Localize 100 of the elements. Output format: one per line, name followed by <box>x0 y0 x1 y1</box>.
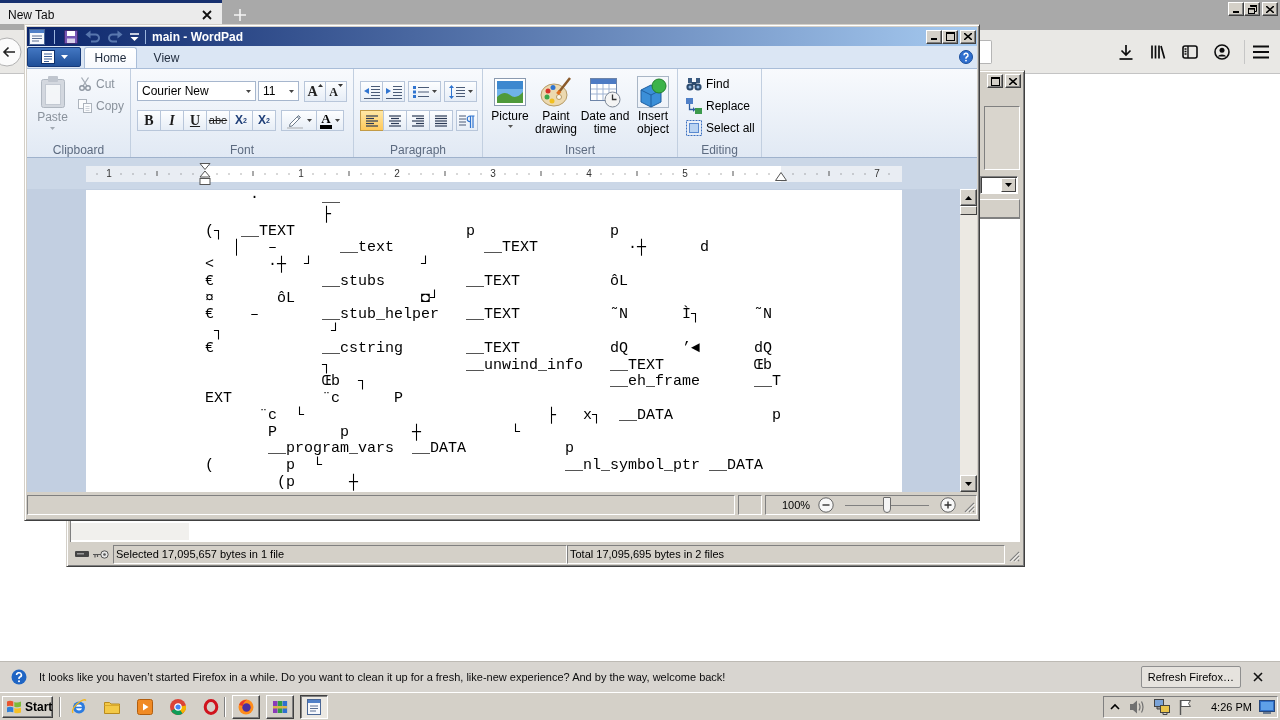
chevron-up-icon[interactable] <box>1110 703 1120 710</box>
underline-button[interactable]: U <box>183 110 207 131</box>
app-menu-button[interactable] <box>27 47 81 67</box>
resize-grip-icon[interactable] <box>1009 551 1020 562</box>
select-all-button[interactable]: Select all <box>686 120 761 136</box>
library-icon[interactable] <box>1150 43 1166 60</box>
highlight-button[interactable] <box>281 110 317 131</box>
close-button[interactable] <box>960 29 976 44</box>
dropdown-caret-icon[interactable] <box>130 32 139 41</box>
browser-tab[interactable]: New Tab <box>0 0 222 24</box>
speaker-icon[interactable] <box>1129 698 1145 715</box>
list-button[interactable] <box>408 81 441 102</box>
app-icon[interactable] <box>29 28 45 45</box>
ruler-number: 3 <box>490 167 496 181</box>
close-button[interactable] <box>1005 74 1021 88</box>
insert-paint-button[interactable]: Paint drawing <box>533 73 579 143</box>
caret-icon <box>507 125 513 128</box>
address-dropdown[interactable] <box>980 176 1018 194</box>
status-panel <box>738 495 762 515</box>
calendar-clock-icon <box>589 76 621 108</box>
network-icon[interactable] <box>1154 698 1170 715</box>
zoom-out-icon[interactable] <box>818 497 835 513</box>
justify-button[interactable] <box>429 110 453 131</box>
ribbon-tab[interactable]: View <box>140 47 193 68</box>
left-indent-marker-icon[interactable] <box>199 163 211 185</box>
ring-icon[interactable] <box>203 698 219 715</box>
flag-icon[interactable] <box>1178 698 1192 715</box>
group-label: Paragraph <box>389 143 446 157</box>
superscript-button[interactable]: X$^{2}$ <box>252 110 276 131</box>
scroll-up-button[interactable] <box>960 189 977 206</box>
paragraph-icon <box>459 112 475 129</box>
caret-icon <box>335 119 340 122</box>
document-line: Œb ┐ __eh_frame __T <box>321 374 782 391</box>
line-spacing-button[interactable] <box>444 81 477 102</box>
maximize-button[interactable] <box>987 74 1003 88</box>
outdent-icon <box>363 83 380 100</box>
replace-button[interactable]: Replace <box>686 98 761 114</box>
increase-indent-button[interactable] <box>382 81 405 102</box>
align-right-button[interactable] <box>406 110 430 131</box>
slider-thumb[interactable] <box>883 497 892 513</box>
play-icon[interactable] <box>137 698 153 715</box>
ribbon-tab[interactable]: Home <box>84 47 137 68</box>
sidebar-icon[interactable] <box>1182 43 1198 60</box>
insert-datetime-button[interactable]: Date and time <box>579 73 631 143</box>
document-line: € __cstring __TEXT dQ ’◄ dQ <box>205 340 773 358</box>
group-label: Clipboard <box>52 143 105 157</box>
decrease-indent-button[interactable] <box>360 81 383 102</box>
font-size-field[interactable]: 11 <box>258 81 299 101</box>
italic-button[interactable]: I <box>160 110 184 131</box>
taskbar-button[interactable] <box>300 694 328 719</box>
back-button[interactable] <box>0 36 22 67</box>
start-button[interactable]: Start <box>2 695 53 718</box>
align-left-button[interactable] <box>360 110 384 131</box>
browser-icon[interactable] <box>71 698 87 715</box>
restore-button[interactable] <box>1244 2 1260 16</box>
insert-picture-button[interactable]: Picture <box>487 73 533 143</box>
browser-logo-icon <box>238 698 254 715</box>
window-title: main - WordPad <box>152 29 244 44</box>
group-label: Font <box>230 143 254 157</box>
font-color-button[interactable]: A <box>316 110 344 131</box>
find-button[interactable]: Find <box>686 76 761 92</box>
strikethrough-button[interactable]: abe <box>206 110 230 131</box>
minimize-button[interactable] <box>1228 2 1244 16</box>
maximize-button[interactable] <box>942 29 958 44</box>
close-icon[interactable] <box>202 10 212 20</box>
scroll-down-button[interactable] <box>960 475 977 492</box>
document-icon <box>306 698 322 715</box>
right-indent-marker-icon[interactable] <box>775 172 787 181</box>
download-icon[interactable] <box>1118 43 1134 60</box>
round-logo-icon[interactable] <box>170 698 186 715</box>
minimize-button[interactable] <box>926 29 942 44</box>
resize-grip-icon[interactable] <box>964 502 975 513</box>
caret-icon <box>431 90 437 93</box>
clock: 4:26 PM <box>1211 700 1252 713</box>
caret-icon <box>337 84 343 87</box>
insert-object-button[interactable]: Insert object <box>631 73 675 143</box>
monitor-icon[interactable] <box>1259 699 1275 714</box>
maximize-icon <box>945 32 955 41</box>
books-icon <box>272 698 288 715</box>
url-field[interactable] <box>980 39 992 64</box>
account-icon[interactable] <box>1214 43 1230 60</box>
align-center-button[interactable] <box>383 110 407 131</box>
scrollbar-thumb[interactable] <box>960 206 977 215</box>
indent-icon <box>385 83 402 100</box>
shrink-font-button[interactable]: A <box>325 81 347 102</box>
close-button[interactable] <box>1262 2 1278 16</box>
key-icon <box>93 549 109 559</box>
help-icon[interactable] <box>959 50 973 64</box>
menu-icon[interactable] <box>1253 44 1269 59</box>
grow-font-button[interactable]: A <box>304 81 326 102</box>
ruler-number: 1 <box>298 167 304 181</box>
document-line: │ – __text __TEXT ·┼ d <box>231 240 710 257</box>
close-icon[interactable] <box>1253 672 1263 682</box>
paragraph-button[interactable] <box>456 110 478 131</box>
zoom-in-icon[interactable] <box>940 497 957 513</box>
start-flag-icon <box>6 698 22 715</box>
refresh-button[interactable]: Refresh Firefox… <box>1140 666 1241 688</box>
bold-button[interactable]: B <box>137 110 161 131</box>
font-family-field[interactable]: Courier New <box>137 81 256 101</box>
ruler-number: 5 <box>682 167 688 181</box>
